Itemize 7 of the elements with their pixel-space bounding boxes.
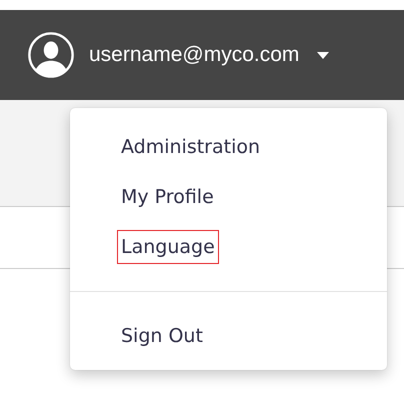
caret-icon [317, 52, 330, 58]
user-avatar-icon [27, 31, 75, 79]
menu-item[interactable]: Sign Out [117, 319, 207, 353]
user-menu-toggle[interactable]: username@myco.com [27, 31, 330, 79]
menu-item[interactable]: My Profile [117, 180, 218, 214]
menu-item[interactable]: Administration [117, 130, 264, 164]
menu-item[interactable]: Language [117, 230, 219, 264]
